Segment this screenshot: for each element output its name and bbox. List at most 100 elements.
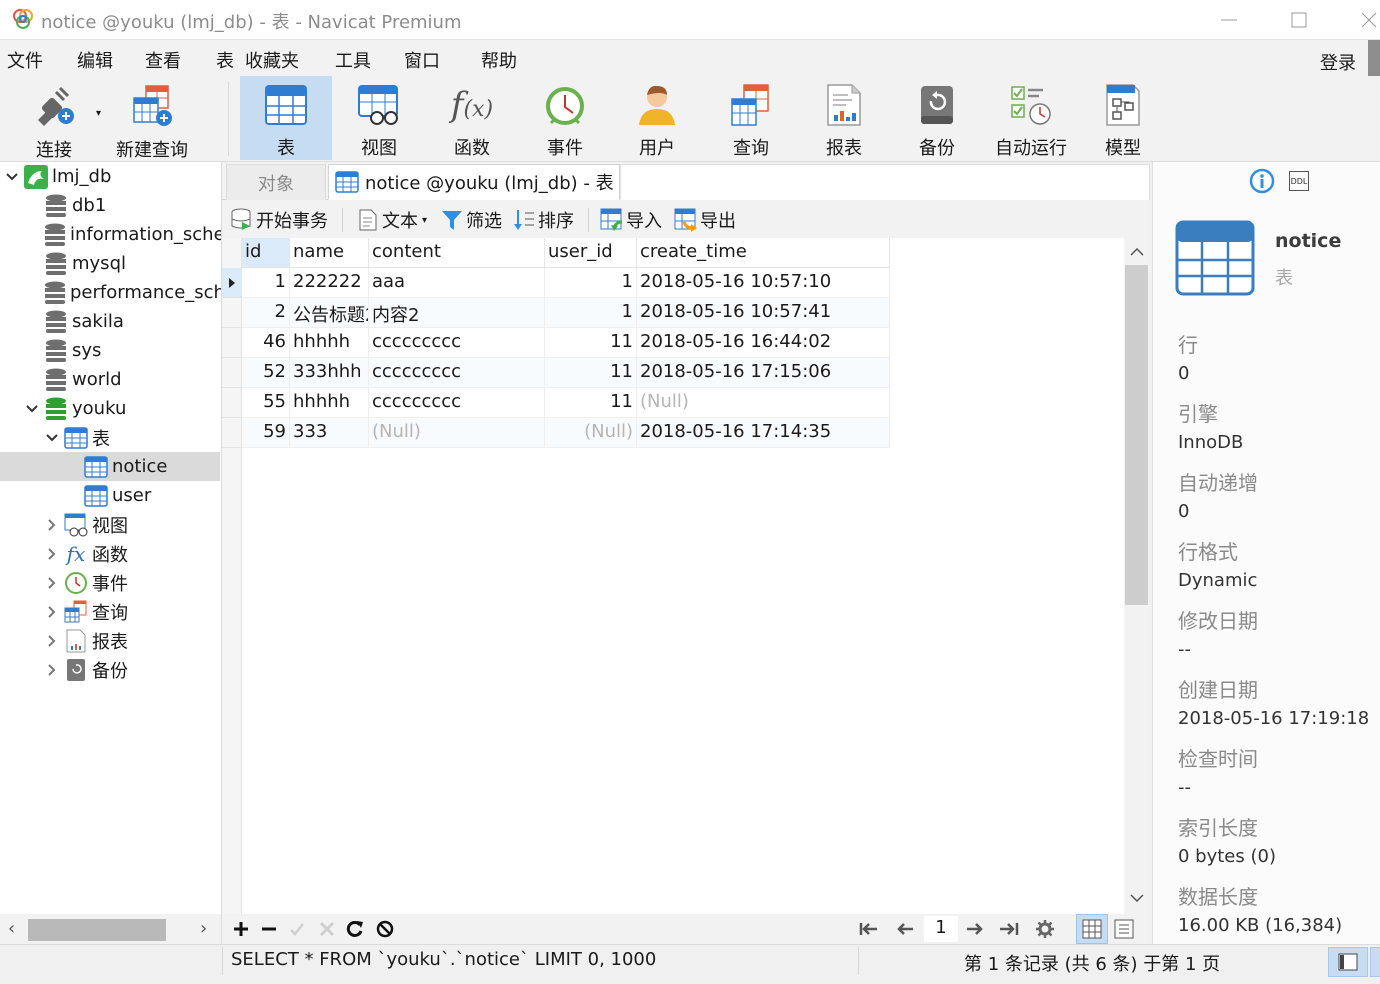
scroll-up-icon[interactable] — [1130, 244, 1144, 260]
apply-changes-button[interactable] — [286, 918, 308, 940]
login-button[interactable]: 登录 — [1320, 49, 1356, 75]
first-page-button[interactable] — [858, 918, 880, 940]
menu-tools[interactable]: 工具 — [335, 47, 371, 73]
menu-window[interactable]: 窗口 — [404, 47, 440, 73]
cell-name[interactable]: 222222 — [290, 268, 369, 298]
menu-file[interactable]: 文件 — [7, 47, 43, 73]
tab-objects[interactable]: 对象 — [226, 164, 326, 200]
tree-connection-lmj-db[interactable]: lmj_db — [0, 162, 220, 191]
page-number-input[interactable]: 1 — [924, 916, 958, 942]
tree-group-queries[interactable]: 查询 — [0, 597, 220, 626]
tree-group-reports[interactable]: 报表 — [0, 626, 220, 655]
tree-table-notice[interactable]: notice — [0, 452, 220, 481]
cell-content[interactable]: 内容2 — [369, 298, 545, 328]
cell-create-time[interactable]: 2018-05-16 17:15:06 — [637, 358, 890, 388]
cell-create-time[interactable]: 2018-05-16 16:44:02 — [637, 328, 890, 358]
tree-group-backups[interactable]: 备份 — [0, 655, 220, 684]
tree-database-youku[interactable]: youku — [0, 394, 220, 423]
tree-database-item[interactable]: world — [0, 365, 220, 394]
grid-view-button[interactable] — [1076, 914, 1108, 944]
report-button[interactable]: 报表 — [800, 76, 888, 160]
menu-table[interactable]: 表 — [216, 47, 234, 73]
settings-button[interactable] — [1034, 918, 1056, 940]
column-header-create-time[interactable]: create_time — [637, 238, 890, 268]
user-button[interactable]: 用户 — [612, 76, 702, 160]
menu-edit[interactable]: 编辑 — [77, 47, 113, 73]
avatar[interactable] — [1368, 40, 1380, 76]
tab-notice-table[interactable]: notice @youku (lmj_db) - 表 — [328, 164, 620, 200]
tree-database-item[interactable]: mysql — [0, 249, 220, 278]
cell-user-id[interactable]: 11 — [545, 328, 637, 358]
model-button[interactable]: 模型 — [1080, 76, 1166, 160]
filter-button[interactable]: 筛选 — [440, 206, 502, 234]
export-button[interactable]: 导出 — [674, 206, 736, 234]
cell-user-id[interactable]: 1 — [545, 268, 637, 298]
cell-name[interactable]: 公告标题2 — [290, 298, 369, 328]
minimize-button[interactable] — [1206, 0, 1252, 40]
cell-content[interactable]: (Null) — [369, 418, 545, 448]
sort-button[interactable]: 排序 — [512, 206, 574, 234]
toggle-sidebar-button[interactable] — [1328, 947, 1368, 977]
tree-table-user[interactable]: user — [0, 481, 220, 510]
tree-group-events[interactable]: 事件 — [0, 568, 220, 597]
toggle-info-panel-button[interactable] — [1370, 947, 1380, 977]
column-header-name[interactable]: name — [290, 238, 369, 268]
import-button[interactable]: 导入 — [600, 206, 662, 234]
tree-group-tables[interactable]: 表 — [0, 423, 220, 452]
tree-database-item[interactable]: sys — [0, 336, 220, 365]
cell-name[interactable]: 333 — [290, 418, 369, 448]
dropdown-arrow-icon[interactable]: ▾ — [422, 215, 427, 226]
begin-transaction-button[interactable]: 开始事务 — [230, 206, 328, 234]
column-header-id[interactable]: id — [242, 238, 290, 268]
previous-page-button[interactable] — [894, 918, 916, 940]
tree-database-item[interactable]: performance_sch — [0, 278, 221, 307]
cell-create-time[interactable]: (Null) — [637, 388, 890, 418]
connect-dropdown-arrow-icon[interactable]: ▾ — [96, 108, 101, 119]
cell-id[interactable]: 46 — [242, 328, 290, 358]
grid-vertical-scrollbar[interactable] — [1124, 238, 1150, 914]
chevron-right-icon[interactable] — [44, 662, 60, 678]
chevron-right-icon[interactable] — [44, 575, 60, 591]
view-button[interactable]: 视图 — [334, 76, 424, 160]
cell-id[interactable]: 1 — [242, 268, 290, 298]
schedule-button[interactable]: 自动运行 — [986, 76, 1076, 160]
menu-favorites[interactable]: 收藏夹 — [245, 47, 299, 73]
new-query-button[interactable]: 新建查询 — [112, 76, 192, 161]
chevron-down-icon[interactable] — [4, 169, 20, 185]
sidebar-horizontal-scrollbar[interactable]: ‹ › — [0, 914, 222, 944]
cell-id[interactable]: 2 — [242, 298, 290, 328]
cell-id[interactable]: 55 — [242, 388, 290, 418]
cell-name[interactable]: 333hhh — [290, 358, 369, 388]
table-row[interactable]: 59 333 (Null) (Null) 2018-05-16 17:14:35 — [222, 418, 890, 448]
info-icon[interactable] — [1249, 168, 1275, 194]
chevron-down-icon[interactable] — [24, 401, 40, 417]
cell-id[interactable]: 59 — [242, 418, 290, 448]
cell-content[interactable]: ccccccccc — [369, 388, 545, 418]
tree-database-item[interactable]: information_sche — [0, 220, 221, 249]
chevron-down-icon[interactable] — [44, 430, 60, 446]
next-page-button[interactable] — [964, 918, 986, 940]
chevron-right-icon[interactable] — [44, 517, 60, 533]
chevron-right-icon[interactable] — [44, 546, 60, 562]
cell-user-id[interactable]: 11 — [545, 388, 637, 418]
cell-content[interactable]: aaa — [369, 268, 545, 298]
cell-user-id[interactable]: (Null) — [545, 418, 637, 448]
query-button[interactable]: 查询 — [706, 76, 796, 160]
menu-help[interactable]: 帮助 — [481, 47, 517, 73]
cell-content[interactable]: ccccccccc — [369, 358, 545, 388]
event-button[interactable]: 事件 — [520, 76, 610, 160]
table-row[interactable]: 46 hhhhh ccccccccc 11 2018-05-16 16:44:02 — [222, 328, 890, 358]
cell-create-time[interactable]: 2018-05-16 10:57:41 — [637, 298, 890, 328]
cell-user-id[interactable]: 1 — [545, 298, 637, 328]
tree-database-item[interactable]: sakila — [0, 307, 220, 336]
tree-group-views[interactable]: 视图 — [0, 510, 220, 539]
close-button[interactable] — [1346, 0, 1380, 40]
scrollbar-thumb[interactable] — [28, 919, 166, 941]
backup-button[interactable]: 备份 — [892, 76, 982, 160]
last-page-button[interactable] — [998, 918, 1020, 940]
scrollbar-thumb[interactable] — [1125, 265, 1148, 605]
cell-user-id[interactable]: 11 — [545, 358, 637, 388]
refresh-button[interactable] — [344, 918, 366, 940]
table-row[interactable]: 1 222222 aaa 1 2018-05-16 10:57:10 — [222, 268, 890, 298]
tree-database-item[interactable]: db1 — [0, 191, 220, 220]
